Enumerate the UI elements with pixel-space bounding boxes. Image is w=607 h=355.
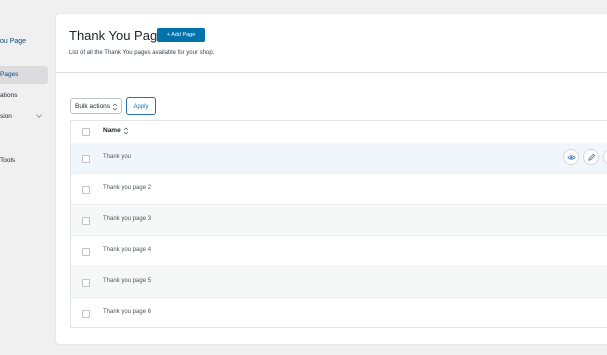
edit-button[interactable] [583, 149, 599, 165]
row-name[interactable]: Thank you page 3 [103, 216, 151, 222]
pencil-icon [588, 153, 596, 161]
sidebar-title: ou Page [0, 38, 27, 45]
row-name[interactable]: Thank you page 5 [103, 278, 151, 284]
chevron-down-icon[interactable] [36, 113, 42, 119]
view-button[interactable] [563, 149, 579, 165]
copy-button[interactable] [603, 149, 607, 165]
pages-table: Name Thank you Thank you page 2 Thank yo… [70, 120, 607, 328]
eye-icon [567, 155, 576, 160]
bulk-actions-select[interactable]: Bulk actions [70, 98, 122, 114]
sort-icon[interactable] [123, 127, 129, 135]
sidebar-item-tools[interactable]: Tools [0, 152, 48, 170]
add-page-button[interactable]: + Add Page [157, 28, 205, 42]
table-row[interactable]: Thank you page 4 [71, 236, 607, 267]
page-subtitle: List of all the Thank You pages availabl… [69, 50, 215, 56]
row-checkbox[interactable] [82, 279, 90, 287]
row-name[interactable]: Thank you page 6 [103, 309, 151, 315]
row-name[interactable]: Thank you page 2 [103, 185, 151, 191]
sidebar: ou Page Pages ations sion Tools [0, 0, 52, 355]
row-checkbox[interactable] [82, 217, 90, 225]
select-all-checkbox[interactable] [82, 128, 90, 136]
sidebar-item-ations[interactable]: ations [0, 87, 48, 105]
row-checkbox[interactable] [82, 155, 90, 163]
table-row[interactable]: Thank you [71, 143, 607, 174]
column-header-name[interactable]: Name [103, 127, 121, 134]
sidebar-item-pages[interactable]: Pages [0, 66, 48, 84]
page-title: Thank You Pages [69, 28, 171, 43]
divider [56, 72, 607, 73]
table-row[interactable]: Thank you page 5 [71, 267, 607, 298]
table-row[interactable]: Thank you page 6 [71, 298, 607, 329]
row-checkbox[interactable] [82, 248, 90, 256]
apply-button[interactable]: Apply [126, 97, 156, 115]
row-name[interactable]: Thank you page 4 [103, 247, 151, 253]
select-arrows-icon [112, 103, 118, 111]
table-row[interactable]: Thank you page 3 [71, 205, 607, 236]
row-checkbox[interactable] [82, 310, 90, 318]
table-header: Name [71, 121, 607, 144]
main-card: Thank You Pages + Add Page List of all t… [56, 14, 607, 344]
row-checkbox[interactable] [82, 186, 90, 194]
table-row[interactable]: Thank you page 2 [71, 174, 607, 205]
row-name[interactable]: Thank you [103, 154, 131, 160]
bulk-actions-value: Bulk actions [75, 103, 111, 110]
